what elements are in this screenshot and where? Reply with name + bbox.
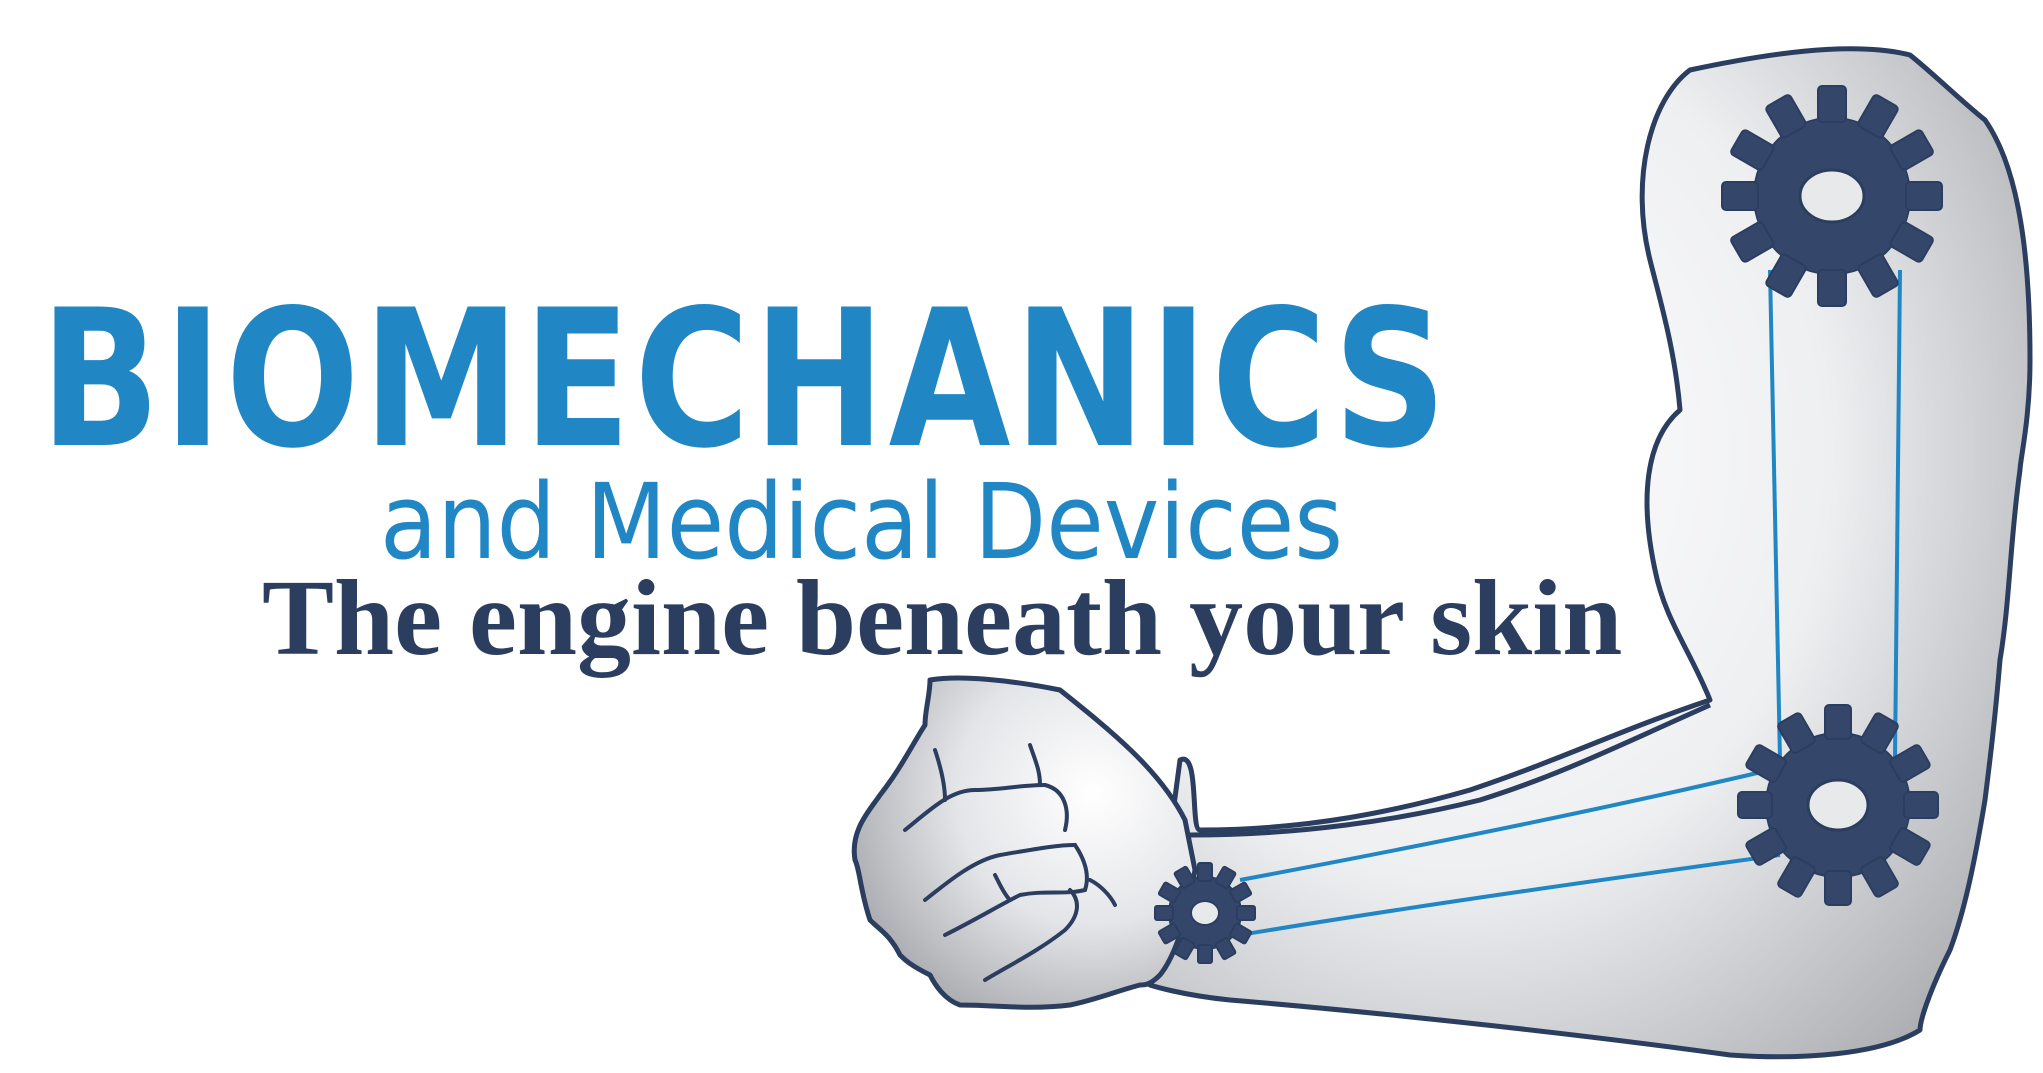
- logo-title: BIOMECHANICS: [40, 269, 1451, 490]
- biomechanics-logo: BIOMECHANICS and Medical Devices The eng…: [0, 0, 2043, 1073]
- logo-tagline: The engine beneath your skin: [262, 559, 1623, 678]
